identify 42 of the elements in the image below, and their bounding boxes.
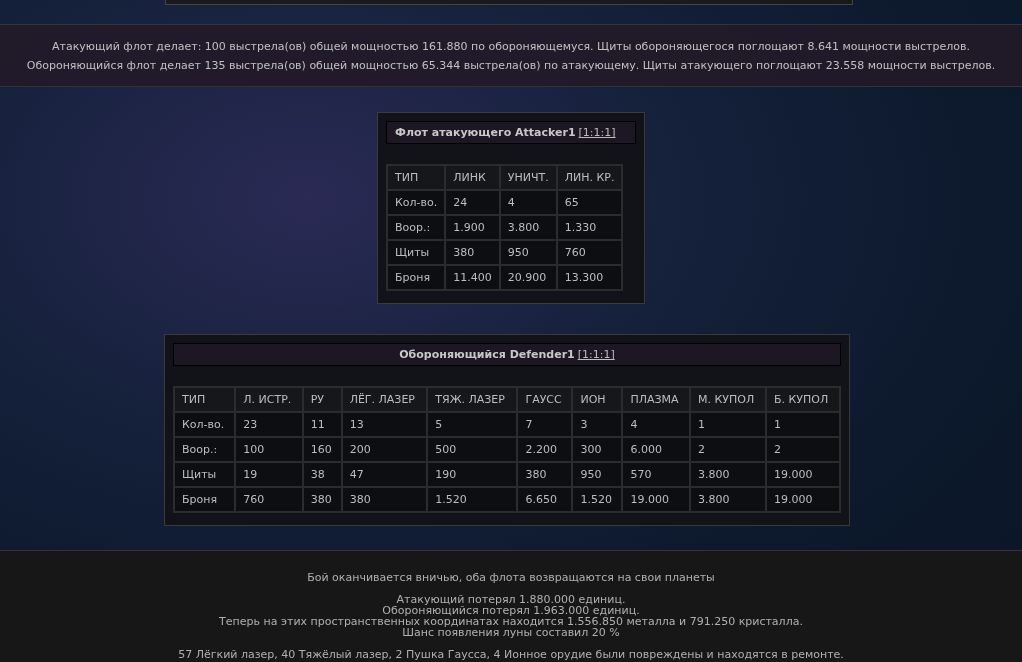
table-cell: 47 — [341, 462, 428, 487]
column-header: М. КУПОЛ — [690, 387, 766, 412]
round-summary-text: Обороняющийся флот делает 135 выстрела(ов) общей мощностью 65.344 выстрела(ов) по атакующему. Щиты атакующего поглощают 23.558 мощности выстрелов. — [26, 58, 996, 72]
round-summary-text: Атакующий флот делает: 100 выстрела(ов) общей мощностью 161.880 по обороняющемуся. Щиты обороняющегося поглощают 8.641 мощности выстрелов. — [52, 39, 970, 53]
table-cell: 190 — [427, 462, 518, 487]
table-cell: 1.520 — [427, 487, 518, 512]
row-label: Кол-во. — [174, 412, 236, 437]
column-header: ТИП — [387, 165, 446, 190]
column-header: Л. ИСТР. — [235, 387, 303, 412]
battle-stat-text: Теперь на этих пространственных координатах находится 1.556.850 металла и 791.250 кристалла. — [219, 616, 803, 627]
column-header: РУ — [302, 387, 342, 412]
battle-outcome-text: Бой оканчивается вничью, оба флота возвращаются на свои планеты — [307, 571, 715, 584]
column-header: Б. КУПОЛ — [766, 387, 840, 412]
coordinates-link[interactable]: [1:1:1] — [577, 348, 615, 361]
fleet-title: Флот атакующего Attacker1 — [395, 126, 576, 139]
battle-stat-text: Шанс появления луны составил 20 % — [402, 627, 620, 638]
row-label: Кол-во. — [387, 190, 446, 215]
row-label: Щиты — [387, 240, 446, 265]
row-label: Воор.: — [174, 437, 236, 462]
row-label: Воор.: — [387, 215, 446, 240]
column-header: ЛИНК — [445, 165, 500, 190]
column-header: ТЯЖ. ЛАЗЕР — [427, 387, 518, 412]
column-header: ИОН — [572, 387, 623, 412]
column-header: ГАУСС — [517, 387, 573, 412]
table-cell: 380 — [341, 487, 428, 512]
row-label: Броня — [174, 487, 236, 512]
table-cell: 13 — [341, 412, 428, 437]
column-header: ПЛАЗМА — [622, 387, 690, 412]
battle-stat-text: Атакующий потерял 1.880.000 единиц. — [396, 594, 626, 605]
column-header: ЛЁГ. ЛАЗЕР — [341, 387, 428, 412]
column-header: ТИП — [174, 387, 236, 412]
table-cell: 200 — [341, 437, 428, 462]
table-cell: 500 — [427, 437, 518, 462]
row-label: Броня — [387, 265, 446, 290]
fleet-title: Обороняющийся Defender1 — [399, 348, 575, 361]
repairs-text: 57 Лёгкий лазер, 40 Тяжёлый лазер, 2 Пушка Гаусса, 4 Ионное орудие были повреждены и находятся в ремонте. — [178, 648, 844, 661]
column-header: ЛИН. КР. — [556, 165, 623, 190]
row-label: Щиты — [174, 462, 236, 487]
table-cell: 5 — [427, 412, 518, 437]
coordinates-link[interactable]: [1:1:1] — [578, 126, 616, 139]
column-header: УНИЧТ. — [499, 165, 557, 190]
battle-stat-text: Обороняющийся потерял 1.963.000 единиц. — [382, 605, 640, 616]
